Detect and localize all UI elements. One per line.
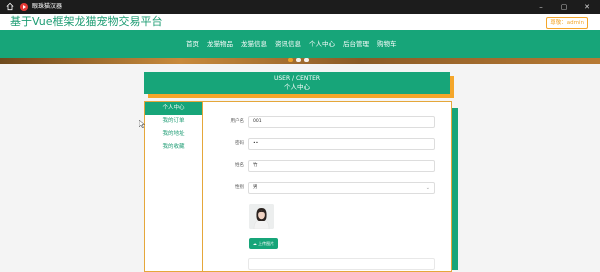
name-label: 姓名 — [235, 163, 244, 168]
app-title: 眼珠猫汉器 — [32, 3, 63, 10]
app-logo-icon — [20, 3, 28, 11]
panel-accent-bar — [452, 108, 458, 270]
chevron-down-icon: ⌄ — [425, 185, 430, 191]
form-row-password: 密码 •• — [202, 137, 452, 151]
form-row-partial — [202, 257, 452, 271]
nav-item-cart[interactable]: 购物车 — [377, 39, 397, 49]
carousel-dot[interactable] — [288, 58, 293, 62]
password-label: 密码 — [235, 141, 244, 146]
nav-item-home[interactable]: 首页 — [186, 39, 199, 49]
avatar-portrait — [249, 204, 274, 229]
user-badge[interactable]: 尊敬：admin — [546, 17, 588, 29]
gender-select[interactable]: 男 ⌄ — [248, 182, 435, 194]
carousel-dot[interactable] — [296, 58, 301, 62]
section-title-cn: 个人中心 — [284, 83, 310, 91]
upload-image-button[interactable]: ☁ 上传图片 — [249, 238, 278, 249]
nav-item-info[interactable]: 龙猫信息 — [241, 39, 267, 49]
partial-field[interactable] — [248, 258, 435, 270]
upload-label: 上传图片 — [258, 241, 275, 246]
form-row-name: 姓名 竹 — [202, 159, 452, 173]
site-header: 基于Vue框架龙猫宠物交易平台 尊敬：admin — [0, 14, 600, 30]
name-field[interactable]: 竹 — [248, 160, 435, 172]
form-row-gender: 性别 男 ⌄ — [202, 181, 452, 195]
nav-item-products[interactable]: 龙猫物品 — [207, 39, 233, 49]
sidebar-item-favorites[interactable]: 我的收藏 — [145, 141, 202, 154]
user-center-panel: 个人中心 我的订单 我的地址 我的收藏 用户名 001 密码 •• 姓名 竹 性… — [144, 101, 452, 272]
maximize-icon[interactable]: ▢ — [554, 1, 574, 13]
sidebar-item-orders[interactable]: 我的订单 — [145, 115, 202, 128]
sidebar-item-address[interactable]: 我的地址 — [145, 128, 202, 141]
nav-item-admin[interactable]: 后台管理 — [343, 39, 369, 49]
password-field[interactable]: •• — [248, 138, 435, 150]
carousel-dots — [288, 58, 309, 62]
username-label: 用户名 — [230, 119, 245, 124]
user-sidebar: 个人中心 我的订单 我的地址 我的收藏 — [145, 102, 203, 271]
gender-label: 性别 — [235, 185, 244, 190]
site-title: 基于Vue框架龙猫宠物交易平台 — [10, 15, 163, 28]
mouse-cursor-icon — [139, 120, 145, 128]
avatar-image — [249, 204, 274, 229]
window-titlebar: 眼珠猫汉器 – ▢ ✕ — [0, 0, 600, 14]
gender-value: 男 — [253, 185, 258, 190]
minimize-icon[interactable]: – — [531, 1, 551, 13]
form-row-username: 用户名 001 — [202, 115, 452, 129]
section-title-en: USER / CENTER — [273, 75, 321, 82]
nav-item-news[interactable]: 资讯信息 — [275, 39, 301, 49]
home-icon[interactable] — [6, 2, 14, 11]
sidebar-item-profile[interactable]: 个人中心 — [145, 102, 202, 115]
close-icon[interactable]: ✕ — [577, 1, 597, 13]
username-field[interactable]: 001 — [248, 116, 435, 128]
user-center-header: USER / CENTER 个人中心 — [144, 72, 450, 94]
carousel-dot[interactable] — [304, 58, 309, 62]
nav-item-user-center[interactable]: 个人中心 — [309, 39, 335, 49]
upload-icon: ☁ — [252, 241, 257, 246]
main-nav: 首页 龙猫物品 龙猫信息 资讯信息 个人中心 后台管理 购物车 — [0, 30, 600, 58]
